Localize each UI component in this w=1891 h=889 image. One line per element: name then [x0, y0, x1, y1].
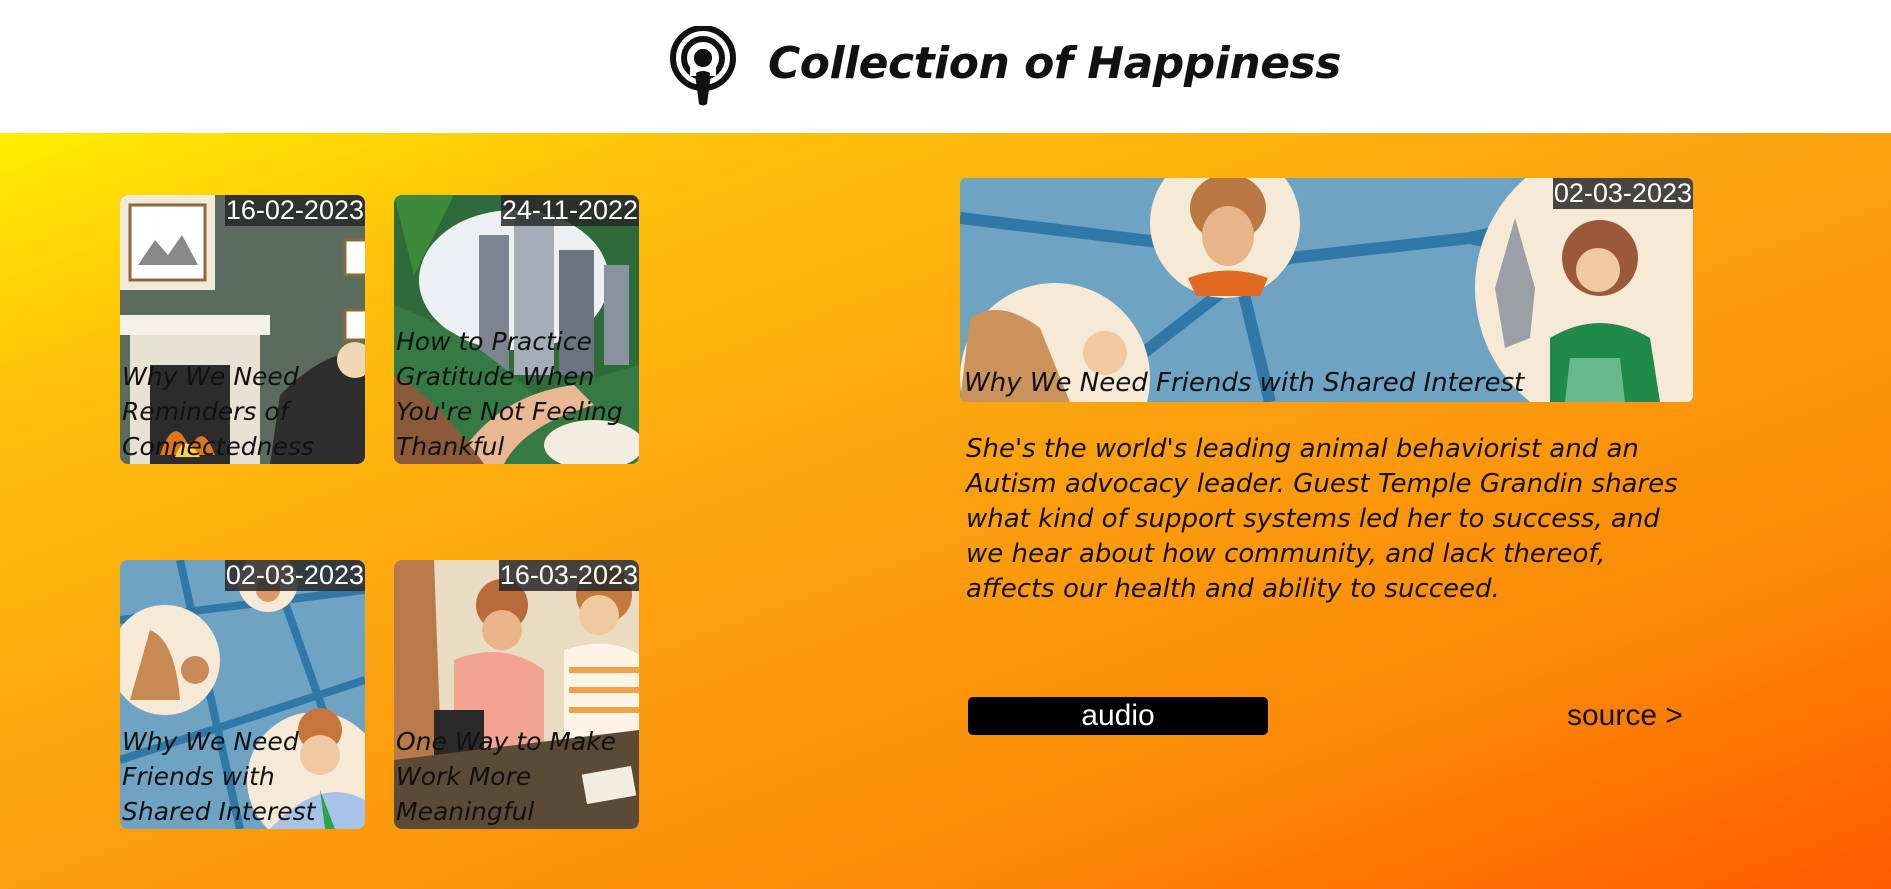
- episode-title[interactable]: How to Practice Gratitude When You're No…: [396, 324, 637, 464]
- episode-card-4[interactable]: 16-03-2023 One Way to Make Work More Mea…: [394, 560, 639, 829]
- featured-episode-title[interactable]: Why We Need Friends with Shared Interest: [964, 366, 1524, 400]
- episode-title[interactable]: One Way to Make Work More Meaningful: [396, 724, 637, 829]
- episode-date: 16-02-2023: [224, 195, 365, 226]
- site-title: Collection of Happiness: [768, 38, 1341, 89]
- episode-title[interactable]: Why We Need Friends with Shared Interest: [122, 724, 363, 829]
- episode-date: 24-11-2022: [500, 195, 639, 226]
- featured-episode-banner[interactable]: 02-03-2023 Why We Need Friends with Shar…: [960, 178, 1693, 402]
- site-header: Collection of Happiness: [0, 0, 1891, 133]
- episode-date: 02-03-2023: [224, 560, 365, 591]
- featured-episode-description: She's the world's leading animal behavio…: [966, 434, 1678, 604]
- episode-date: 16-03-2023: [498, 560, 639, 591]
- episode-card-3[interactable]: 02-03-2023 Why We Need Friends with Shar…: [120, 560, 365, 829]
- episode-card-2[interactable]: 24-11-2022 How to Practice Gratitude Whe…: [394, 195, 639, 464]
- podcast-icon[interactable]: [668, 26, 738, 106]
- episode-title[interactable]: Why We Need Reminders of Connectedness: [122, 359, 363, 464]
- source-link[interactable]: source >: [1567, 697, 1683, 735]
- featured-episode-date: 02-03-2023: [1552, 178, 1693, 209]
- audio-button[interactable]: audio: [968, 697, 1268, 735]
- episode-card-1[interactable]: 16-02-2023 Why We Need Reminders of Conn…: [120, 195, 365, 464]
